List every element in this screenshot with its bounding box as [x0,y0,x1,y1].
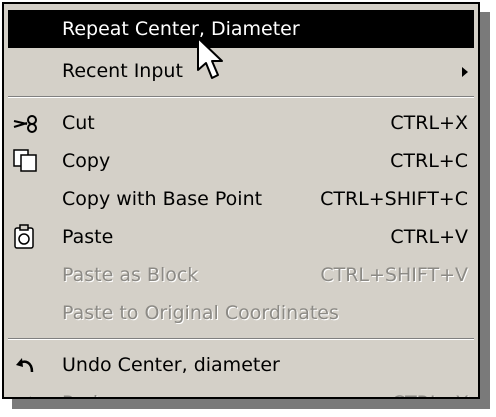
menu-separator [8,96,474,98]
menu-item-paste-as-block[interactable]: Paste as Block CTRL+SHIFT+V [8,256,474,294]
menu-item-shortcut: CTRL+SHIFT+C [320,188,468,210]
submenu-arrow-icon [462,67,468,77]
menu-item-label: Paste as Block [62,264,199,286]
menu-item-paste[interactable]: Paste CTRL+V [8,218,474,256]
menu-item-label: Copy with Base Point [62,188,263,210]
menu-item-shortcut: CTRL+V [390,226,468,248]
menu-item-label: Recent Input [62,60,183,82]
menu-separator [8,338,474,340]
menu-item-label: Cut [62,112,95,134]
menu-item-label: Copy [62,150,111,172]
copy-icon [12,148,40,174]
menu-item-label: Undo Center, diameter [62,354,280,376]
menu-item-copy-with-base-point[interactable]: Copy with Base Point CTRL+SHIFT+C [8,180,474,218]
menu-item-undo[interactable]: Undo Center, diameter [8,346,474,384]
scissors-icon [12,110,40,136]
menu-item-shortcut: CTRL+X [390,112,468,134]
menu-item-copy[interactable]: Copy CTRL+C [8,142,474,180]
menu-item-paste-to-original-coordinates[interactable]: Paste to Original Coordinates [8,294,474,332]
menu-item-recent-input[interactable]: Recent Input [8,52,474,90]
menu-item-shortcut: CTRL+Y [392,384,468,397]
mouse-pointer-icon [197,37,223,79]
menu-item-label: Paste [62,226,114,248]
redo-icon [12,390,40,397]
menu-item-cut[interactable]: Cut CTRL+X [8,104,474,142]
context-menu: Repeat Center, Diameter Recent Input Cut… [2,2,480,399]
menu-item-redo[interactable]: Redo CTRL+Y [8,384,474,397]
menu-item-shortcut: CTRL+C [390,150,468,172]
menu-item-label: Redo [62,384,110,397]
menu-item-shortcut: CTRL+SHIFT+V [320,264,468,286]
undo-icon [12,352,40,378]
menu-item-label: Repeat Center, Diameter [62,18,300,40]
paste-icon [12,224,40,250]
menu-item-repeat-center-diameter[interactable]: Repeat Center, Diameter [8,10,474,48]
menu-item-label: Paste to Original Coordinates [62,302,339,324]
